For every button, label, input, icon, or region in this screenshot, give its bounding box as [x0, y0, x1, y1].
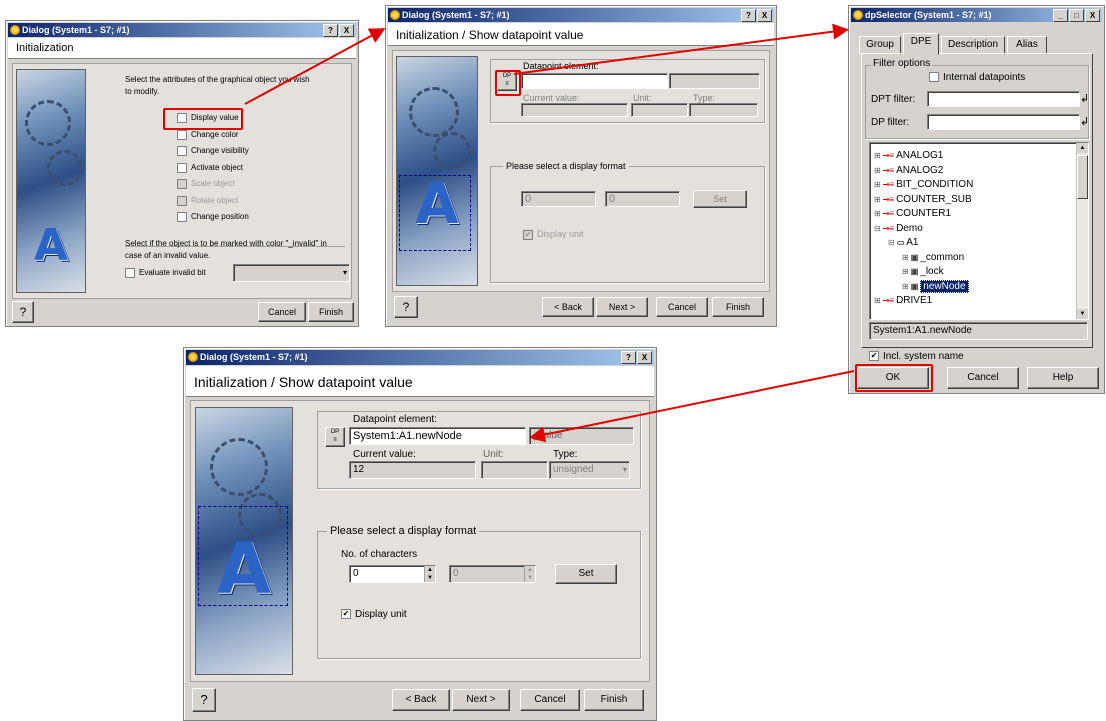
arrow-to-dialog4: [529, 370, 855, 443]
annotation-arrows: [244, 23, 855, 443]
tab-dpe[interactable]: DPE: [903, 33, 939, 55]
arrow-to-dialog2: [244, 28, 386, 105]
arrow-to-dpselector: [513, 23, 849, 75]
